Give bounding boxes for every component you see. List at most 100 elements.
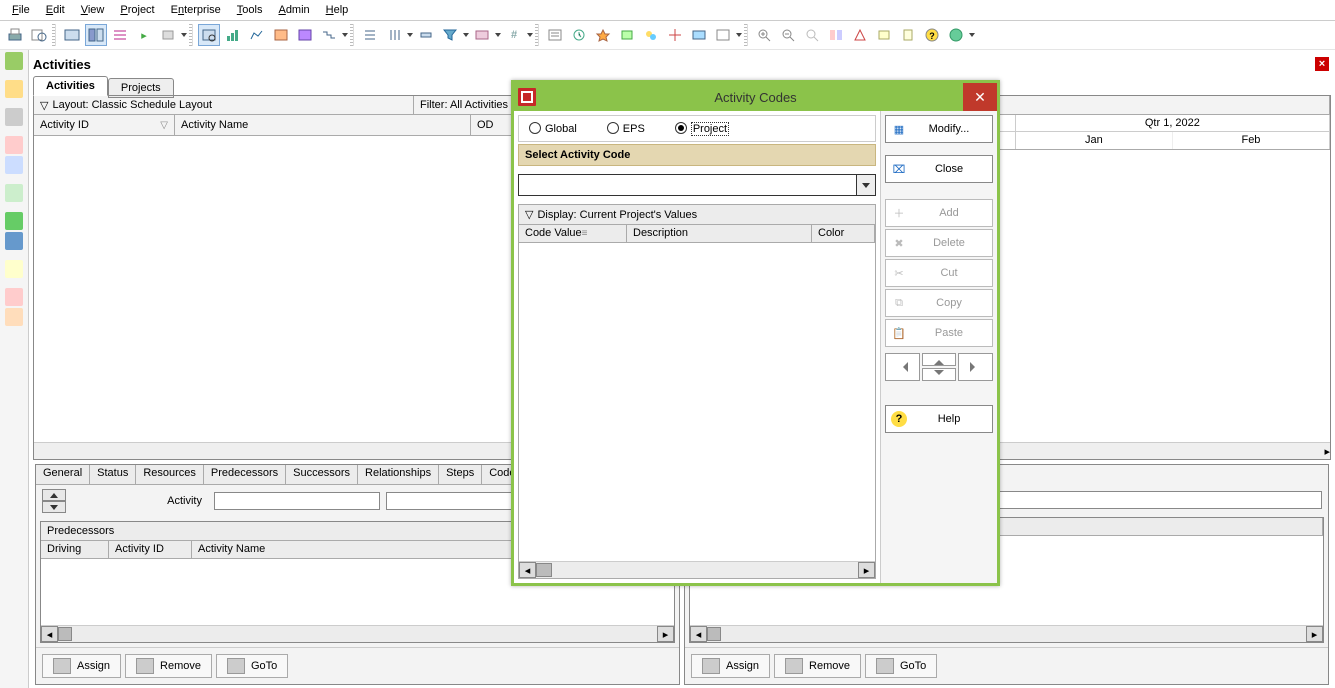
tb-icon-11[interactable] (318, 24, 340, 46)
codes-hscroll[interactable]: ◂▸ (519, 561, 875, 578)
tb-icon-16[interactable] (544, 24, 566, 46)
copy-button[interactable]: ⧉Copy (885, 289, 993, 317)
dock-icon-9[interactable] (5, 260, 23, 278)
dock-icon-1[interactable] (5, 52, 23, 70)
dock-icon-2[interactable] (5, 80, 23, 98)
world-icon[interactable] (945, 24, 967, 46)
tb-icon-3[interactable] (109, 24, 131, 46)
print-preview-icon[interactable] (28, 24, 50, 46)
tb-icon-2[interactable] (85, 24, 107, 46)
display-dropdown[interactable]: ▽Display: Current Project's Values (518, 204, 876, 225)
activity-id-input[interactable] (214, 492, 380, 510)
nav-right-btn[interactable] (958, 353, 993, 381)
tb-icon-17[interactable] (568, 24, 590, 46)
tb-icon-21[interactable] (664, 24, 686, 46)
btab-status[interactable]: Status (90, 465, 136, 484)
prev-activity-btn[interactable] (42, 489, 66, 501)
tb-drop-4[interactable] (463, 25, 469, 45)
dialog-titlebar[interactable]: Activity Codes ✕ (514, 83, 997, 111)
btab-predecessors[interactable]: Predecessors (204, 465, 286, 484)
cut-button[interactable]: ✂Cut (885, 259, 993, 287)
nav-left-btn[interactable] (885, 353, 920, 381)
goto-button-left[interactable]: GoTo (216, 654, 288, 678)
menu-project[interactable]: Project (112, 2, 162, 18)
tb-icon-10[interactable] (294, 24, 316, 46)
assign-button-right[interactable]: Assign (691, 654, 770, 678)
dock-icon-11[interactable] (5, 308, 23, 326)
tab-activities[interactable]: Activities (33, 76, 108, 96)
tb-icon-12[interactable] (359, 24, 381, 46)
tb-drop-3[interactable] (407, 25, 413, 45)
close-button[interactable]: ⌧Close (885, 155, 993, 183)
tb-icon-7[interactable] (222, 24, 244, 46)
tb-icon-14[interactable] (415, 24, 437, 46)
tb-icon-19[interactable] (616, 24, 638, 46)
help-icon[interactable]: ? (921, 24, 943, 46)
remove-button-right[interactable]: Remove (774, 654, 861, 678)
menu-tools[interactable]: Tools (229, 2, 271, 18)
layout-dropdown[interactable]: ▽Layout: Classic Schedule Layout (34, 96, 414, 114)
radio-global[interactable]: Global (529, 122, 577, 135)
predecessors-hscroll[interactable]: ◂▸ (41, 625, 674, 642)
dock-icon-7[interactable] (5, 212, 23, 230)
tb-icon-26[interactable] (873, 24, 895, 46)
tb-drop-2[interactable] (342, 25, 348, 45)
dcol-code-value[interactable]: Code Value≡ (519, 225, 627, 242)
modify-button[interactable]: ▦Modify... (885, 115, 993, 143)
next-activity-btn[interactable] (42, 501, 66, 513)
help-button[interactable]: ?Help (885, 405, 993, 433)
nav-down-btn[interactable] (922, 368, 955, 381)
tab-projects[interactable]: Projects (108, 78, 174, 98)
dialog-close-icon[interactable]: ✕ (963, 83, 997, 111)
scroll-right-icon[interactable]: ▸ (1324, 445, 1330, 458)
tb-icon-18[interactable] (592, 24, 614, 46)
tb-icon-4[interactable]: ▸ (133, 24, 155, 46)
col-activity-name[interactable]: Activity Name (175, 115, 471, 135)
delete-button[interactable]: ✖Delete (885, 229, 993, 257)
dock-icon-10[interactable] (5, 288, 23, 306)
btab-resources[interactable]: Resources (136, 465, 204, 484)
dcol-description[interactable]: Description (627, 225, 812, 242)
tb-drop-1[interactable] (181, 25, 187, 45)
tb-icon-23[interactable] (712, 24, 734, 46)
tb-icon-8[interactable] (246, 24, 268, 46)
tb-icon-5[interactable] (157, 24, 179, 46)
tb-drop-7[interactable] (736, 25, 742, 45)
menu-edit[interactable]: Edit (38, 2, 73, 18)
menu-view[interactable]: View (73, 2, 113, 18)
dcol-color[interactable]: Color (812, 225, 875, 242)
goto-button-right[interactable]: GoTo (865, 654, 937, 678)
btab-relationships[interactable]: Relationships (358, 465, 439, 484)
btab-general[interactable]: General (36, 465, 90, 484)
remove-button-left[interactable]: Remove (125, 654, 212, 678)
pcol-activity-id[interactable]: Activity ID (109, 541, 192, 558)
col-activity-id[interactable]: Activity ID▽ (34, 115, 175, 135)
menu-enterprise[interactable]: Enterprise (163, 2, 229, 18)
tb-icon-27[interactable] (897, 24, 919, 46)
tb-icon-15[interactable] (471, 24, 493, 46)
paste-button[interactable]: 📋Paste (885, 319, 993, 347)
print-icon[interactable] (4, 24, 26, 46)
tb-icon-24[interactable] (825, 24, 847, 46)
btab-steps[interactable]: Steps (439, 465, 482, 484)
tb-icon-25[interactable] (849, 24, 871, 46)
tb-icon-22[interactable] (688, 24, 710, 46)
tb-drop-6[interactable] (527, 25, 533, 45)
radio-project[interactable]: Project (675, 122, 729, 135)
zoom-out-icon[interactable] (777, 24, 799, 46)
tb-icon-20[interactable] (640, 24, 662, 46)
add-button[interactable]: ＋Add (885, 199, 993, 227)
tb-drop-5[interactable] (495, 25, 501, 45)
menu-help[interactable]: Help (318, 2, 357, 18)
nav-up-btn[interactable] (922, 353, 955, 366)
dock-icon-8[interactable] (5, 232, 23, 250)
tb-icon-1[interactable] (61, 24, 83, 46)
pcol-driving[interactable]: Driving (41, 541, 109, 558)
dropdown-icon[interactable] (856, 174, 876, 196)
radio-eps[interactable]: EPS (607, 122, 645, 135)
dock-icon-3[interactable] (5, 108, 23, 126)
assign-button-left[interactable]: Assign (42, 654, 121, 678)
activity-code-select[interactable] (518, 174, 856, 196)
tb-drop-8[interactable] (969, 25, 975, 45)
col-od[interactable]: OD (471, 115, 514, 135)
